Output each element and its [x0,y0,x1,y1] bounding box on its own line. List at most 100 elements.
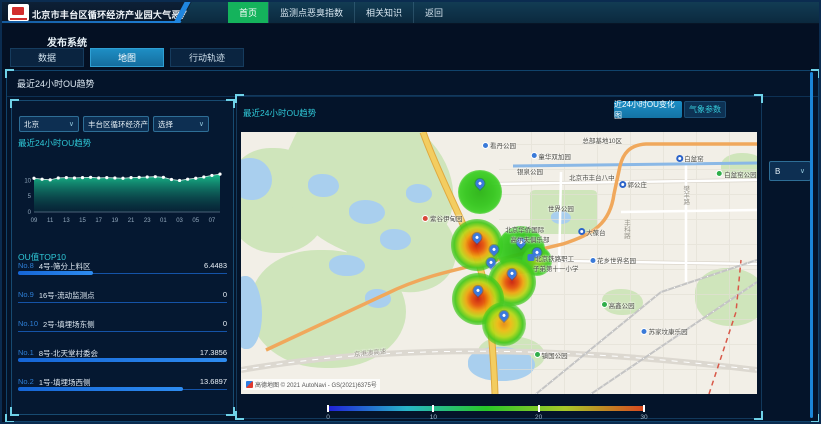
ou-change-map-button[interactable]: 近24小时OU变化图 [614,101,682,118]
map-label: 樊羊路 [680,185,690,205]
metro-icon [578,228,585,235]
map-label-text: 大葆台 [586,227,606,237]
map-label: 高鑫公园 [601,300,635,310]
scrollbar[interactable] [810,72,813,418]
map-label: 高尔夫俱乐部 [510,234,549,244]
ou-value: 6.4483 [204,261,227,272]
bar-fill [18,271,93,275]
map-label-text: 童华双加园 [538,151,571,161]
svg-text:13: 13 [63,218,70,224]
map-label-text: 樊羊路 [680,185,690,205]
map-label-text: 苏家坟康乐园 [649,326,688,336]
main-nav: 首页监测点恶臭指数相关知识返回 [228,2,454,23]
publish-system-label: 发布系统 [47,34,87,49]
bar-fill [18,387,183,391]
map-label: 世界公园 [548,203,574,213]
map-label: 白盆窑 [676,153,704,163]
map-label: 北京铁路职工 [527,253,574,263]
map-label-text: 白盆窑 [684,153,704,163]
panel-title: 最近24小时OU趋势 [17,77,95,90]
rank-label: No.9 [18,290,34,301]
heat-blob-mid [482,302,526,346]
metro-icon [676,155,683,162]
region-select-3[interactable]: 选择∨ [153,116,209,132]
park-ic-icon [534,351,541,358]
publish-tabs: 数据地图行动轨迹 [10,48,244,67]
svg-text:10: 10 [24,178,31,184]
weather-params-button[interactable]: 气象参数 [684,101,726,118]
publish-tab-3[interactable]: 行动轨迹 [170,48,244,67]
ou-value: 13.6897 [200,377,227,388]
map-label: 总部基地10区 [582,135,622,145]
top-list-row: No.9 16号-流动监测点0 [18,288,227,317]
svg-text:07: 07 [209,218,216,224]
map-canvas[interactable]: 看丹公园童华双加园银泉公园 总部基地10区白盆窑白盆窑公园 北京市丰台八中郭公庄世界… [241,132,757,394]
ou-value: 0 [223,290,227,301]
header-bar: 北京市丰台区循环经济产业园大气恶臭状况实时 首页监测点恶臭指数相关知识返回 [2,2,819,24]
chevron-down-icon: ∨ [800,167,805,175]
trend-chart: 0510091113151719212301030507 [14,163,226,230]
svg-text:11: 11 [47,218,54,224]
map-label: 北京市丰台八中 [569,172,615,182]
svg-text:17: 17 [95,218,102,224]
poi-red-icon [422,215,429,222]
heat-legend: 0102030 [328,406,644,411]
map-label-text: 北京市丰台八中 [569,172,615,182]
svg-text:19: 19 [112,218,119,224]
map-label: 花乡世界名园 [589,255,636,265]
ou-value: 0 [223,319,227,330]
station-name: 16号-流动监测点 [39,290,223,301]
top-list-row: No.84号-筛分上料区6.4483 [18,259,227,288]
region-select-2[interactable]: 丰台区循环经济产∨ [83,116,149,132]
publish-tab-2[interactable]: 地图 [90,48,164,67]
map-label-text: 镇国公园 [542,350,568,360]
nav-tab-3[interactable]: 相关知识 [354,2,413,23]
svg-text:23: 23 [144,218,151,224]
top-list-row: No.21号-填埋场西侧13.6897 [18,375,227,404]
map-label: 童华双加园 [530,151,571,161]
map-label-text: 花乡世界名园 [597,255,636,265]
svg-text:05: 05 [192,218,199,224]
svg-text:01: 01 [160,218,167,224]
map-label-text: 高鑫公园 [609,300,635,310]
chevron-down-icon: ∨ [69,120,74,128]
map-attribution: 高德地图 © 2021 AutoNavi - GS(2021)6375号 [243,379,380,390]
metro-icon [619,181,626,188]
nav-tab-1[interactable]: 首页 [228,2,268,23]
rank-label: No.10 [18,319,38,330]
nav-tab-4[interactable]: 返回 [413,2,454,23]
nav-tab-2[interactable]: 监测点恶臭指数 [268,2,354,23]
map-label: 镇国公园 [534,350,568,360]
bar-track [18,331,227,332]
svg-text:0: 0 [28,210,32,216]
map-label-text: 看丹公园 [490,140,516,150]
map-label-text: 郭公庄 [627,179,647,189]
publish-tab-1[interactable]: 数据 [10,48,84,67]
chevron-down-icon: ∨ [199,120,204,128]
bar-track [18,302,227,303]
nav-strip: 首页监测点恶臭指数相关知识返回 [198,2,819,23]
svg-text:21: 21 [128,218,135,224]
app-window: 北京市丰台区循环经济产业园大气恶臭状况实时 首页监测点恶臭指数相关知识返回 发布… [0,0,821,424]
school-icon [527,254,534,261]
map-label-text: 银泉公园 [517,166,543,176]
select-value: 北京 [24,119,39,130]
legend-tick [327,405,329,412]
map-side-select[interactable]: B ∨ [769,161,811,181]
region-select-1[interactable]: 北京 ∨ [19,116,79,132]
map-trend-label: 最近24小时OU趋势 [243,107,316,119]
trend-chart-label: 最近24小时OU趋势 [18,137,91,149]
map-label: 郭公庄 [619,179,647,189]
map-label-text: 白盆窑公园 [724,169,757,179]
map-label-text: 紫谷伊甸园 [430,213,463,223]
map-label-text: 丰科路 [620,219,630,239]
autonavi-logo-icon [246,381,253,388]
svg-text:03: 03 [176,218,183,224]
map-label-text: 世界公园 [548,203,574,213]
park-ic-icon [601,301,608,308]
bar-fill [18,358,227,362]
map-label-text: 北京铁路职工 [535,253,574,263]
legend-tick-label: 20 [535,414,542,421]
poi-blue-icon [530,152,537,159]
map-side-select-value: B [775,167,780,176]
